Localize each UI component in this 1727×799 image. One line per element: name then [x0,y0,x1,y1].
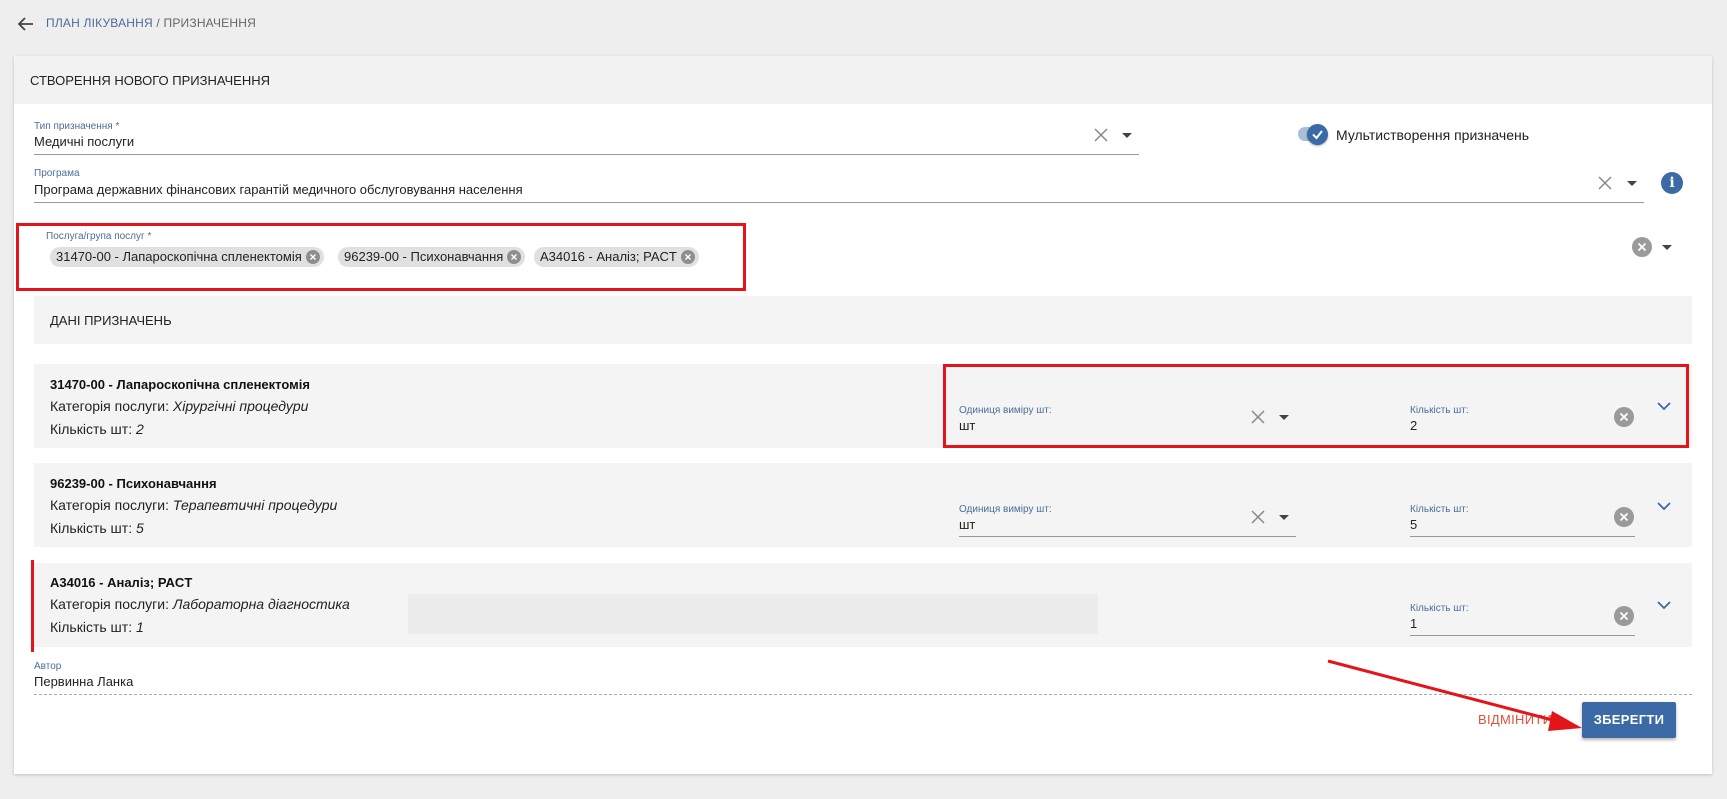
breadcrumb-current: ПРИЗНАЧЕННЯ [163,16,256,30]
qty-field-underline [1410,536,1635,537]
section-title: ДАНІ ПРИЗНАЧЕНЬ [50,313,172,328]
program-dropdown-caret-icon[interactable] [1627,181,1637,186]
card-title: СТВОРЕННЯ НОВОГО ПРИЗНАЧЕННЯ [30,73,271,88]
services-dropdown-caret-icon[interactable] [1662,245,1672,250]
annotation-arrow [1327,659,1582,731]
clear-type-icon[interactable] [1093,127,1109,143]
row-title: 96239-00 - Психонавчання [50,476,217,491]
qty-field-value[interactable]: 5 [1410,517,1417,532]
toggle-check-icon[interactable] [1307,124,1328,145]
program-field-underline [34,202,1644,203]
breadcrumb-separator: / [156,16,160,30]
unit-field-underline [959,536,1296,537]
unit-field-value[interactable]: шт [959,517,975,532]
program-field-value[interactable]: Програма державних фінансових гарантій м… [34,182,523,197]
highlight-marker [31,560,34,652]
program-field-label: Програма [34,168,80,179]
clear-services-icon[interactable] [1632,237,1652,257]
author-label: Автор [34,661,62,672]
row-title: A34016 - Аналіз; PACT [50,575,193,590]
expand-chevron-icon[interactable] [1657,501,1671,511]
type-field-label: Тип призначення * [34,121,120,132]
unit-field-label: Одиниця виміру шт: [959,504,1052,515]
info-icon[interactable]: i [1661,172,1683,194]
row-qty: Кількість шт: 2 [50,421,144,437]
type-field-value[interactable]: Медичні послуги [34,134,134,149]
clear-program-icon[interactable] [1597,175,1613,191]
type-field-underline [34,154,1139,155]
clear-unit-icon[interactable] [1250,509,1266,525]
row-category: Категорія послуги: Хірургічні процедури [50,398,309,414]
row-category: Категорія послуги: Терапевтичні процедур… [50,497,338,513]
multi-toggle-label: Мультистворення призначень [1336,127,1530,143]
qty-field-label: Кількість шт: [1410,504,1469,515]
author-value: Первинна Ланка [34,674,134,689]
breadcrumb-parent-link[interactable]: ПЛАН ЛІКУВАННЯ [46,16,153,30]
back-arrow-icon[interactable] [16,14,36,34]
qty-field-underline [1410,635,1635,636]
row-category: Категорія послуги: Лабораторна діагности… [50,596,350,612]
clear-qty-icon[interactable] [1614,606,1634,626]
save-button[interactable]: ЗБЕРЕГТИ [1582,702,1676,738]
highlight-box-row-fields [943,364,1689,448]
qty-field-value[interactable]: 1 [1410,616,1417,631]
row-qty: Кількість шт: 1 [50,619,144,635]
row-qty: Кількість шт: 5 [50,520,144,536]
placeholder-block [408,594,1098,634]
section-band [34,296,1692,344]
expand-chevron-icon[interactable] [1657,600,1671,610]
row-title: 31470-00 - Лапароскопічна спленектомія [50,377,310,392]
clear-qty-icon[interactable] [1614,507,1634,527]
qty-field-label: Кількість шт: [1410,603,1469,614]
type-dropdown-caret-icon[interactable] [1122,133,1132,138]
unit-dropdown-caret-icon[interactable] [1279,515,1289,520]
highlight-box-services [16,223,746,291]
breadcrumb: ПЛАН ЛІКУВАННЯ / ПРИЗНАЧЕННЯ [46,16,256,30]
